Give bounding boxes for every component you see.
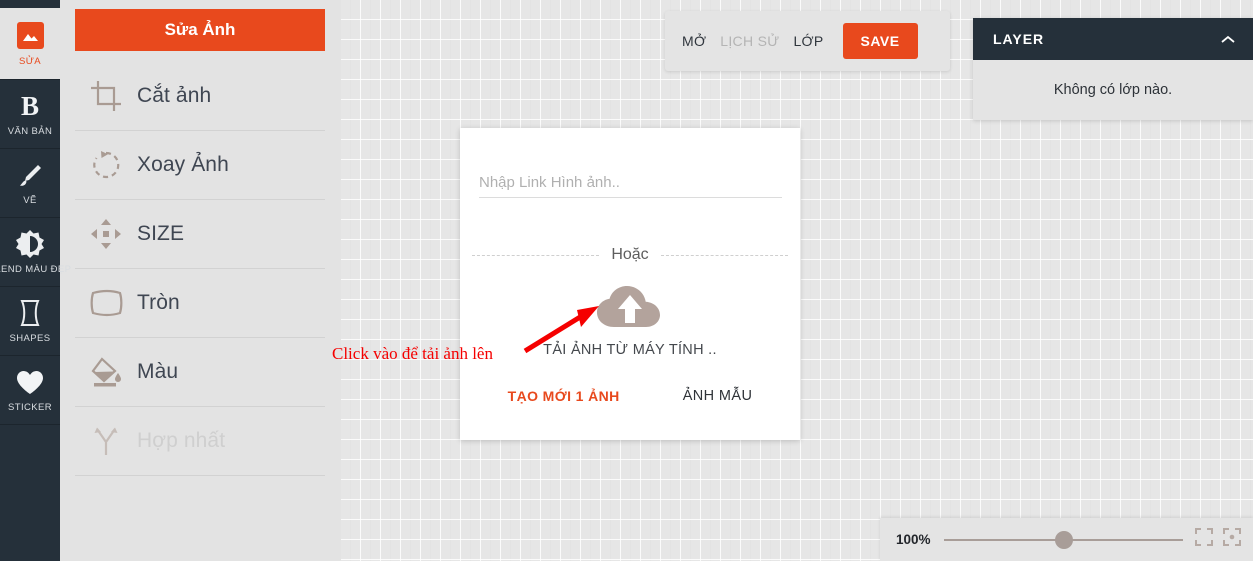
merge-icon xyxy=(75,425,137,457)
tools-panel: Sửa Ảnh Cắt ảnh Xoay Ảnh SIZE Tròn Màu H… xyxy=(60,0,341,561)
expand-corners-icon[interactable] xyxy=(1195,528,1213,551)
rail-item-sua[interactable]: SỬA xyxy=(0,0,60,80)
or-label: Hoặc xyxy=(611,246,649,263)
upload-dialog: Hoặc TẢI ẢNH TỪ MÁY TÍNH .. TẠO MỚI 1 ẢN… xyxy=(460,128,800,440)
layer-panel-header[interactable]: LAYER xyxy=(973,18,1253,60)
panel-header-sua-anh[interactable]: Sửa Ảnh xyxy=(75,9,325,51)
layer-button[interactable]: LỚP xyxy=(793,33,823,49)
divider-line-right xyxy=(660,254,789,256)
fill-icon xyxy=(75,356,137,388)
zoom-icon-group xyxy=(1195,528,1241,551)
tool-row-tron[interactable]: Tròn xyxy=(75,269,325,338)
tool-row-xoay-anh[interactable]: Xoay Ảnh xyxy=(75,131,325,200)
save-button[interactable]: SAVE xyxy=(842,23,918,59)
tool-list: Cắt ảnh Xoay Ảnh SIZE Tròn Màu Hợp nhất xyxy=(75,62,325,476)
or-divider: Hoặc xyxy=(472,246,789,264)
zoom-bar: 100% xyxy=(880,518,1253,561)
left-tool-rail: SỬA B VĂN BẢN VẼ BLEND MÀU ĐẸP xyxy=(0,0,71,561)
rail-item-shapes[interactable]: SHAPES xyxy=(0,287,60,356)
upload-from-computer-button[interactable]: TẢI ẢNH TỪ MÁY TÍNH .. xyxy=(460,278,800,368)
rail-item-label: VẼ xyxy=(23,195,37,206)
rail-item-blend-mau[interactable]: BLEND MÀU ĐẸP xyxy=(0,218,71,287)
brush-icon xyxy=(16,160,44,190)
top-toolbar: MỞ LỊCH SỬ LỚP SAVE xyxy=(665,11,950,71)
round-icon xyxy=(75,289,137,317)
crop-icon xyxy=(75,79,137,113)
layer-panel-title: LAYER xyxy=(993,31,1045,47)
divider-line-left xyxy=(472,254,600,256)
tool-label: Xoay Ảnh xyxy=(137,153,229,176)
layer-empty-message: Không có lớp nào. xyxy=(973,60,1253,120)
history-button[interactable]: LỊCH SỬ xyxy=(720,33,779,49)
open-button[interactable]: MỞ xyxy=(682,33,706,49)
rail-item-sticker[interactable]: STICKER xyxy=(0,356,60,425)
tool-row-hop-nhat[interactable]: Hợp nhất xyxy=(75,407,325,476)
rail-item-ve[interactable]: VẼ xyxy=(0,149,60,218)
fit-center-icon[interactable] xyxy=(1223,528,1241,551)
dialog-actions: TẠO MỚI 1 ẢNH ẢNH MẪU xyxy=(460,388,800,404)
contrast-icon xyxy=(15,229,45,259)
rail-item-label: BLEND MÀU ĐẸP xyxy=(0,264,72,275)
create-new-image-button[interactable]: TẠO MỚI 1 ẢNH xyxy=(508,388,620,404)
shape-icon xyxy=(19,298,41,328)
layer-panel: LAYER Không có lớp nào. xyxy=(973,18,1253,120)
zoom-slider[interactable] xyxy=(944,530,1183,549)
text-b-icon: B xyxy=(20,91,39,121)
image-link-input[interactable] xyxy=(479,168,782,198)
tool-label: SIZE xyxy=(137,222,185,245)
rail-item-label: SỬA xyxy=(19,55,41,67)
cloud-upload-icon xyxy=(594,283,666,336)
tool-label: Cắt ảnh xyxy=(137,84,212,107)
tool-row-size[interactable]: SIZE xyxy=(75,200,325,269)
zoom-slider-thumb[interactable] xyxy=(1055,530,1074,549)
heart-icon xyxy=(16,367,44,397)
zoom-level-label: 100% xyxy=(896,532,931,547)
tool-label: Tròn xyxy=(137,291,180,314)
image-icon xyxy=(16,21,44,51)
rail-item-label: VĂN BẢN xyxy=(7,126,53,137)
rail-item-van-ban[interactable]: B VĂN BẢN xyxy=(0,80,60,149)
tool-row-cat-anh[interactable]: Cắt ảnh xyxy=(75,62,325,131)
red-arrow-icon xyxy=(523,305,603,360)
chevron-up-icon[interactable] xyxy=(1221,31,1235,47)
annotation-text: Click vào để tải ảnh lên xyxy=(332,344,493,363)
rail-top-nub xyxy=(0,0,60,8)
tool-label: Màu xyxy=(137,360,179,383)
tool-label: Hợp nhất xyxy=(137,429,226,452)
sample-image-button[interactable]: ẢNH MẪU xyxy=(683,388,753,404)
rail-item-label: STICKER xyxy=(8,402,52,413)
move-icon xyxy=(75,218,137,250)
tool-row-mau[interactable]: Màu xyxy=(75,338,325,407)
rail-item-label: SHAPES xyxy=(9,333,51,344)
rotate-icon xyxy=(75,149,137,181)
image-editor-app: SỬA B VĂN BẢN VẼ BLEND MÀU ĐẸP xyxy=(0,0,1253,561)
